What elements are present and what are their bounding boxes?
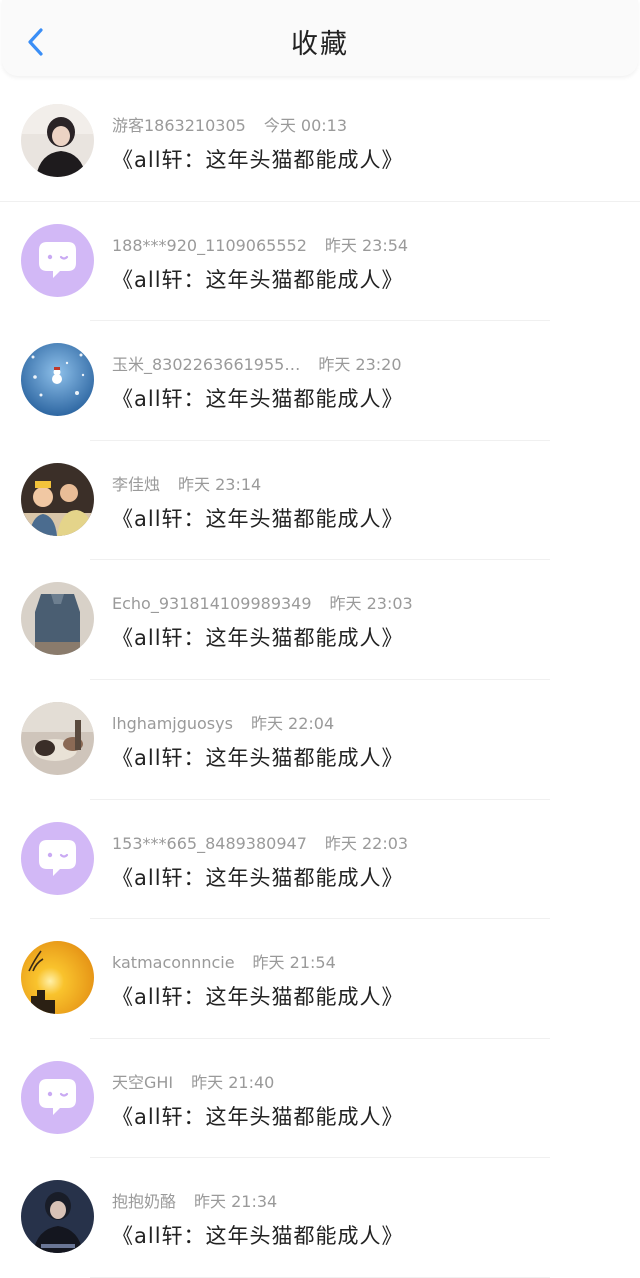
item-meta: Echo_931814109989349 昨天 23:03 — [112, 590, 413, 614]
post-title[interactable]: 《all轩：这年头猫都能成人》 — [112, 264, 404, 294]
item-meta: 抱抱奶酪 昨天 21:34 — [112, 1188, 277, 1212]
avatar[interactable] — [21, 821, 94, 895]
list-item[interactable]: Echo_931814109989349 昨天 23:03 《all轩：这年头猫都能… — [0, 560, 640, 680]
timestamp: 昨天 22:03 — [324, 833, 409, 853]
list-item[interactable]: 153***665_8489380947 昨天 22:03 《all轩：这年头猫都能… — [0, 800, 640, 920]
post-title[interactable]: 《all轩：这年头猫都能成人》 — [112, 1220, 404, 1250]
avatar[interactable] — [21, 941, 94, 1015]
avatar[interactable] — [21, 223, 94, 297]
item-meta: 188***920_1109065552 昨天 23:54 — [112, 232, 408, 256]
avatar[interactable] — [21, 1180, 94, 1254]
timestamp: 昨天 22:04 — [250, 713, 335, 733]
top-bar: 收藏 — [2, 0, 638, 76]
username[interactable]: katmaconnncie — [112, 953, 235, 972]
timestamp: 昨天 23:14 — [178, 474, 262, 494]
avatar[interactable] — [21, 1060, 94, 1134]
post-title[interactable]: 《all轩：这年头猫都能成人》 — [112, 981, 404, 1011]
timestamp: 昨天 23:20 — [318, 355, 402, 375]
item-meta: 天空GHI 昨天 21:40 — [112, 1069, 274, 1093]
username[interactable]: lhghamjguosys — [112, 714, 233, 733]
list-item[interactable]: katmaconnncie 昨天 21:54 《all轩：这年头猫都能成人》 — [0, 919, 640, 1039]
avatar[interactable] — [21, 701, 94, 775]
username[interactable]: 抱抱奶酪 — [112, 1192, 176, 1211]
avatar[interactable] — [21, 104, 94, 177]
list-item[interactable]: 188***920_1109065552 昨天 23:54 《all轩：这年头猫都能… — [0, 202, 640, 322]
item-meta: 玉米_8302263661955… 昨天 23:20 — [112, 351, 402, 375]
username[interactable]: 天空GHI — [112, 1073, 173, 1092]
timestamp: 今天 00:13 — [263, 116, 348, 135]
avatar[interactable] — [21, 462, 94, 536]
post-title[interactable]: 《all轩：这年头猫都能成人》 — [112, 503, 404, 533]
username[interactable]: 188***920_1109065552 — [112, 236, 307, 255]
list-item[interactable]: 玉米_8302263661955… 昨天 23:20 《all轩：这年头猫都能成人》 — [0, 321, 640, 441]
list-item[interactable]: 天空GHI 昨天 21:40 《all轩：这年头猫都能成人》 — [0, 1039, 640, 1159]
timestamp: 昨天 23:54 — [324, 235, 409, 255]
post-title[interactable]: 《all轩：这年头猫都能成人》 — [112, 622, 404, 652]
item-meta: katmaconnncie 昨天 21:54 — [112, 949, 336, 973]
timestamp: 昨天 21:34 — [194, 1192, 278, 1212]
username[interactable]: 玉米_8302263661955… — [112, 355, 300, 374]
page-title: 收藏 — [291, 29, 349, 60]
item-meta: 李佳烛 昨天 23:14 — [112, 471, 261, 495]
timestamp: 昨天 21:40 — [191, 1072, 275, 1092]
username[interactable]: Echo_931814109989349 — [112, 594, 312, 613]
item-meta: 游客1863210305 今天 00:13 — [112, 112, 347, 136]
avatar[interactable] — [21, 343, 94, 417]
timestamp: 昨天 23:03 — [329, 594, 413, 614]
list-item[interactable]: 游客1863210305 今天 00:13 《all轩：这年头猫都能成人》 — [0, 82, 640, 202]
item-meta: lhghamjguosys 昨天 22:04 — [112, 710, 334, 734]
list-item[interactable]: lhghamjguosys 昨天 22:04 《all轩：这年头猫都能成人》 — [0, 680, 640, 800]
post-title[interactable]: 《all轩：这年头猫都能成人》 — [112, 383, 404, 413]
post-title[interactable]: 《all轩：这年头猫都能成人》 — [112, 862, 404, 892]
avatar[interactable] — [21, 582, 94, 656]
username[interactable]: 李佳烛 — [112, 475, 160, 494]
username[interactable]: 153***665_8489380947 — [112, 834, 307, 853]
username[interactable]: 游客1863210305 — [112, 116, 246, 135]
post-title[interactable]: 《all轩：这年头猫都能成人》 — [112, 742, 404, 772]
list-item[interactable]: 李佳烛 昨天 23:14 《all轩：这年头猫都能成人》 — [0, 441, 640, 561]
post-title[interactable]: 《all轩：这年头猫都能成人》 — [112, 1101, 404, 1131]
item-meta: 153***665_8489380947 昨天 22:03 — [112, 830, 408, 854]
favorites-list: 游客1863210305 今天 00:13 《all轩：这年头猫都能成人》 188**… — [0, 82, 640, 1278]
post-title[interactable]: 《all轩：这年头猫都能成人》 — [112, 144, 404, 174]
timestamp: 昨天 21:54 — [252, 953, 336, 973]
list-item[interactable]: 抱抱奶酪 昨天 21:34 《all轩：这年头猫都能成人》 — [0, 1158, 640, 1278]
